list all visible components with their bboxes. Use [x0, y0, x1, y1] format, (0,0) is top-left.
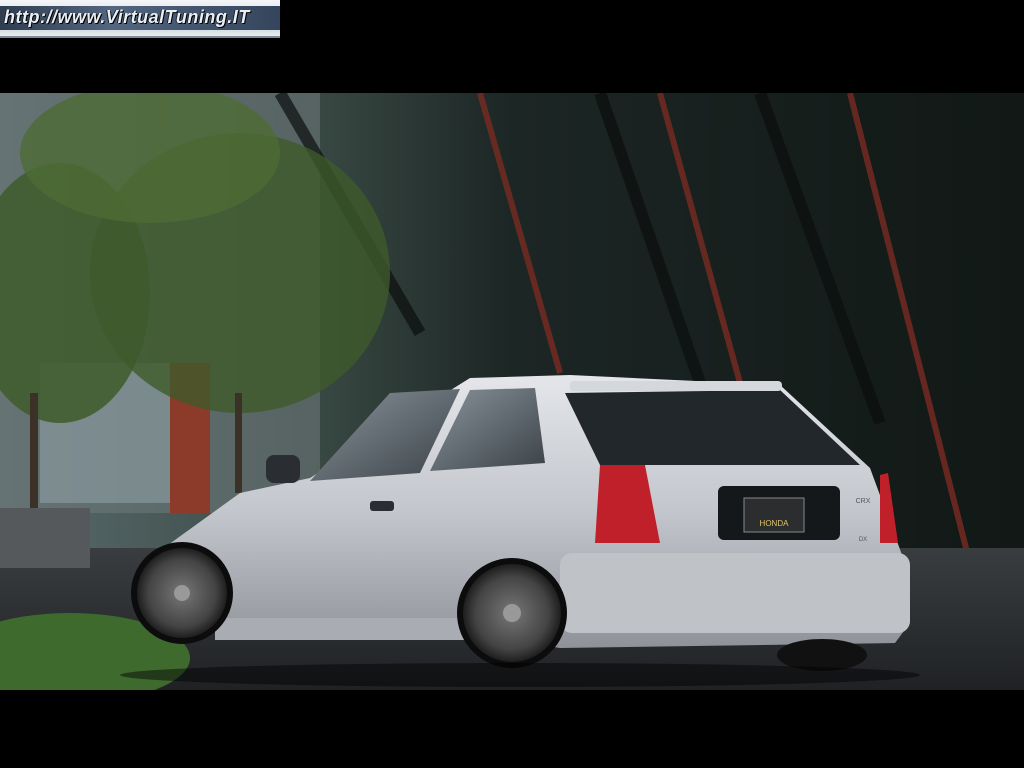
- model-badge: CRX: [856, 498, 871, 505]
- door-handle: [370, 501, 394, 511]
- rear-wheel-hub: [503, 604, 521, 622]
- trim-badge: DX: [859, 537, 867, 543]
- side-skirt: [215, 618, 470, 640]
- banner-url-text: http://www.VirtualTuning.IT: [4, 7, 250, 27]
- site-watermark-banner: http://www.VirtualTuning.IT: [0, 0, 280, 38]
- tree-trunk: [30, 393, 38, 513]
- steps: [0, 508, 90, 568]
- front-wheel-hub: [174, 585, 190, 601]
- car-shadow: [120, 663, 920, 687]
- rear-bumper: [560, 553, 910, 633]
- plate-honda-badge: HONDA: [760, 519, 790, 528]
- tree-trunk-2: [235, 393, 242, 493]
- tuned-car-photo: HONDA CRX DX: [0, 93, 1024, 690]
- mirror: [266, 455, 300, 483]
- spoiler: [570, 381, 782, 391]
